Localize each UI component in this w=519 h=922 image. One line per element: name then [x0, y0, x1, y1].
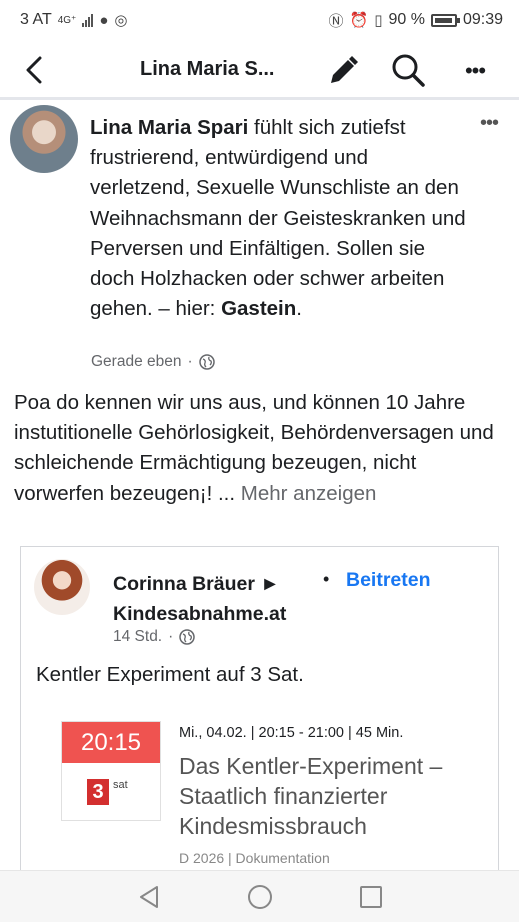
post-status: Lina Maria Spari fühlt sich zutiefst fru… — [90, 113, 470, 324]
status-bar-right: Ⓝ ⏰ ▯ 90 % 09:39 — [329, 10, 503, 31]
program-schedule: Mi., 04.02. | 20:15 - 21:00 | 45 Min. — [179, 725, 404, 741]
post-body: Poa do kennen wir uns aus, und können 10… — [14, 388, 504, 509]
post-status-text: fühlt sich zutiefst frustrierend, entwür… — [90, 116, 466, 321]
network-label: 4G⁺ — [57, 14, 77, 26]
post-meta: Gerade eben · — [91, 353, 215, 371]
join-button[interactable]: Beitreten — [346, 569, 431, 592]
top-app-bar: Lina Maria S... ••• — [0, 40, 519, 100]
see-more-link[interactable]: Mehr anzeigen — [241, 482, 377, 505]
shared-post-card[interactable]: Corinna Bräuer ► Kindesabnahme.at • Beit… — [20, 546, 499, 886]
alarm-icon: ⏰ — [349, 12, 369, 29]
shared-meta-separator: · — [168, 628, 174, 645]
author-avatar[interactable] — [10, 105, 78, 173]
page-title: Lina Maria S... — [140, 58, 275, 80]
shared-timestamp[interactable]: 14 Std. — [113, 628, 162, 646]
vibrate-icon: ▯ — [374, 12, 383, 29]
globe-icon — [179, 629, 196, 645]
battery-icon — [430, 13, 460, 27]
shared-post-text: Kentler Experiment auf 3 Sat. — [36, 663, 304, 686]
shared-author-name[interactable]: Corinna Bräuer ► Kindesabnahme.at — [113, 569, 313, 629]
status-bar: 3 AT 4G⁺ ● ◎ Ⓝ ⏰ ▯ 90 % 09:39 — [0, 0, 519, 40]
channel-logo-suffix: sat — [113, 779, 128, 791]
program-title[interactable]: Das Kentler-Experiment – Staatlich finan… — [179, 751, 479, 841]
nav-back-icon[interactable] — [138, 885, 160, 909]
more-icon: ••• — [464, 58, 486, 83]
tv-program-thumbnail[interactable]: 20:15 3 sat — [61, 721, 161, 821]
nfc-icon: Ⓝ — [328, 12, 344, 30]
channel-logo: 3 — [87, 779, 109, 805]
nav-home-icon[interactable] — [248, 885, 272, 909]
status-bar-left: 3 AT 4G⁺ ● ◎ — [20, 11, 128, 29]
post-location[interactable]: Gastein — [221, 297, 296, 320]
meta-separator: · — [187, 353, 193, 370]
system-nav-bar — [0, 870, 519, 922]
program-meta: D 2026 | Dokumentation — [179, 850, 330, 866]
pencil-icon — [331, 56, 358, 83]
nav-recents-icon[interactable] — [360, 886, 382, 908]
instagram-icon: ◎ — [114, 12, 128, 29]
globe-icon — [198, 354, 215, 370]
back-button[interactable] — [18, 52, 50, 88]
search-icon — [392, 54, 425, 87]
more-horizontal-icon: ••• — [480, 112, 499, 134]
chat-bubble-icon: ● — [99, 11, 109, 29]
search-button[interactable] — [390, 52, 426, 88]
signal-icon — [82, 13, 94, 27]
post-menu-button[interactable]: ••• — [480, 112, 510, 134]
carrier-label: 3 AT — [20, 11, 52, 28]
clock: 09:39 — [462, 11, 503, 28]
card-dot-separator: • — [323, 569, 330, 589]
airtime-badge: 20:15 — [62, 722, 160, 763]
shared-meta: 14 Std. · — [113, 628, 196, 646]
more-options-button[interactable]: ••• — [458, 54, 492, 88]
battery-percent: 90 % — [388, 11, 425, 28]
post-timestamp[interactable]: Gerade eben — [91, 353, 182, 371]
post-location-suffix: . — [296, 297, 302, 321]
shared-author-avatar[interactable] — [34, 559, 90, 615]
edit-button[interactable] — [326, 54, 360, 88]
post-author-name[interactable]: Lina Maria Spari — [90, 116, 248, 139]
back-arrow-icon — [26, 56, 42, 84]
